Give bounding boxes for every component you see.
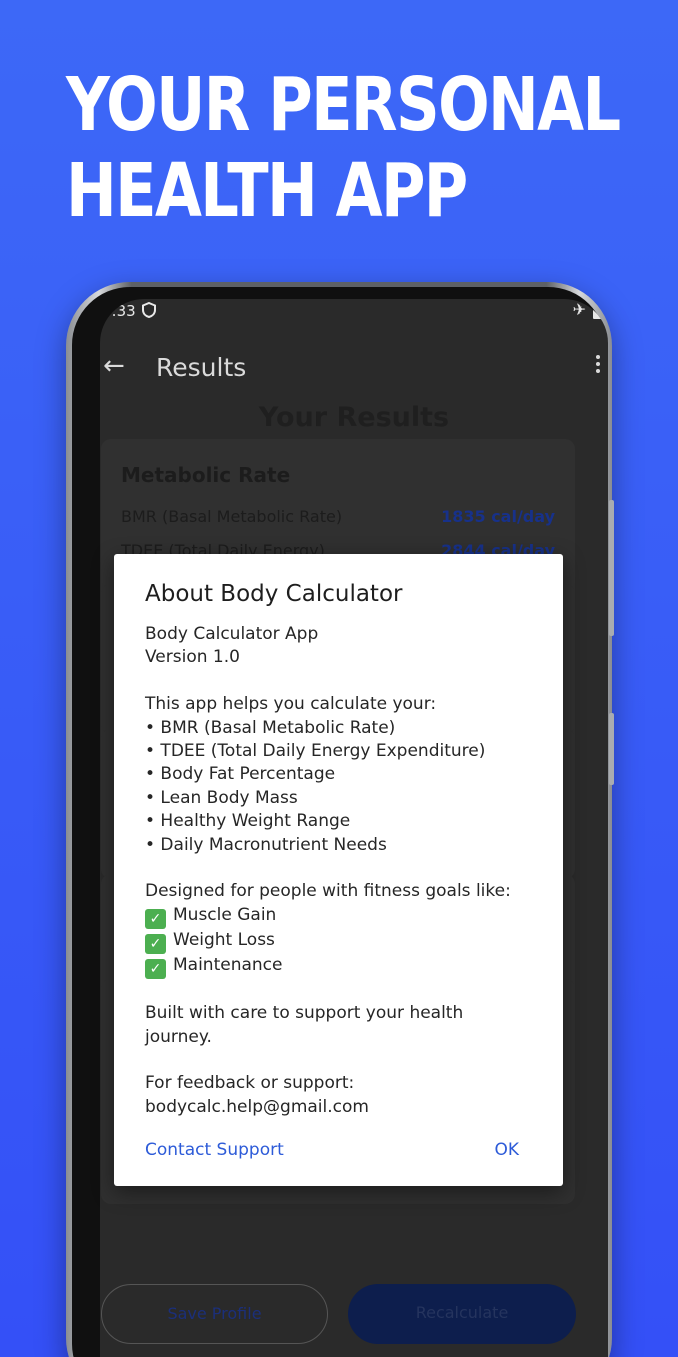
feature-item: • Healthy Weight Range (145, 811, 351, 832)
phone-side-button-1 (609, 500, 614, 636)
built-line-1: Built with care to support your health (145, 1003, 464, 1024)
shield-icon (142, 301, 156, 322)
app-bar: ← Results (100, 335, 608, 401)
battery-icon (593, 302, 602, 319)
status-bar: 9:33 ✈ (100, 299, 608, 327)
built-line-2: journey. (145, 1026, 212, 1047)
more-vert-icon[interactable] (596, 355, 602, 376)
ok-button[interactable]: OK (494, 1140, 519, 1160)
save-profile-button[interactable]: Save Profile (101, 1284, 328, 1344)
goal-item: ✓ Maintenance (145, 954, 545, 979)
check-mark-icon: ✓ (145, 958, 166, 979)
headline: YOUR PERSONAL HEALTH APP (66, 62, 621, 234)
goals-intro-line: Designed for people with fitness goals l… (145, 881, 511, 902)
recalculate-button[interactable]: Recalculate (348, 1284, 576, 1344)
bmr-value: 1835 cal/day (441, 507, 555, 526)
feedback-line: For feedback or support: (145, 1073, 355, 1094)
contact-support-button[interactable]: Contact Support (145, 1140, 284, 1160)
feature-item: • TDEE (Total Daily Energy Expenditure) (145, 741, 486, 762)
goal-item: ✓ Muscle Gain (145, 904, 545, 929)
airplane-icon: ✈ (572, 300, 586, 319)
feature-item: • Lean Body Mass (145, 787, 298, 808)
dialog-message: Body Calculator App Version 1.0 This app… (145, 623, 545, 1119)
feature-item: • Daily Macronutrient Needs (145, 834, 387, 855)
bmr-label: BMR (Basal Metabolic Rate) (121, 507, 343, 526)
arrow-left-icon[interactable]: ← (103, 351, 125, 381)
check-mark-icon: ✓ (145, 908, 166, 929)
support-email: bodycalc.help@gmail.com (145, 1096, 369, 1117)
app-bar-title: Results (156, 353, 247, 382)
card-title: Metabolic Rate (121, 463, 291, 487)
phone-side-button-2 (609, 713, 614, 785)
headline-line-2: HEALTH APP (66, 148, 468, 234)
dialog-title: About Body Calculator (145, 581, 403, 607)
app-name-line: Body Calculator App (145, 624, 319, 644)
about-dialog: About Body Calculator Body Calculator Ap… (114, 554, 563, 1186)
check-mark-icon: ✓ (145, 933, 166, 954)
feature-item: • BMR (Basal Metabolic Rate) (145, 717, 396, 738)
goal-item: ✓ Weight Loss (145, 929, 545, 954)
headline-line-1: YOUR PERSONAL (66, 62, 621, 148)
version-line: Version 1.0 (145, 647, 240, 668)
intro-line: This app helps you calculate your: (145, 694, 437, 715)
feature-item: • Body Fat Percentage (145, 764, 336, 785)
results-heading: Your Results (258, 402, 450, 433)
status-time: 9:33 (102, 302, 136, 320)
